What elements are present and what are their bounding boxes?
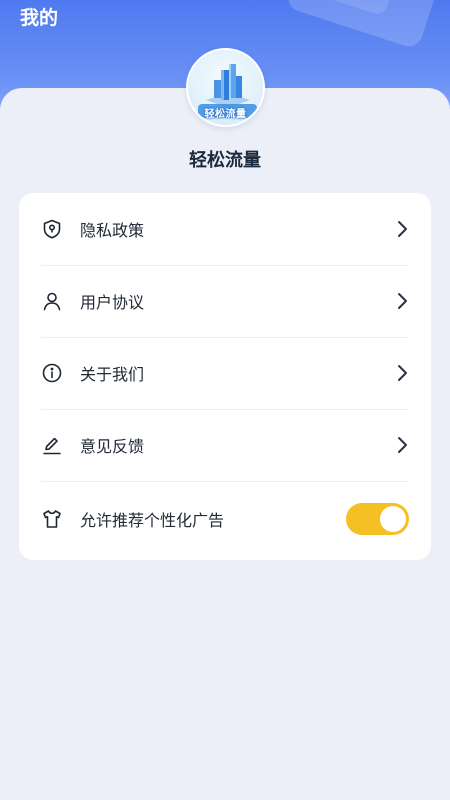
personalized-ads-toggle[interactable]: [346, 503, 409, 535]
page-title: 我的: [20, 7, 59, 29]
chevron-right-icon: [395, 362, 409, 384]
menu-item-privacy-policy[interactable]: 隐私政策: [41, 193, 409, 265]
chevron-right-icon: [395, 290, 409, 312]
app-logo: 轻松流量: [186, 48, 265, 127]
pen-icon: [41, 434, 63, 456]
toggle-knob: [380, 506, 406, 532]
menu-item-feedback[interactable]: 意见反馈: [41, 409, 409, 481]
app-name: 轻松流量: [189, 150, 261, 171]
menu-card: 隐私政策 用户协议 关于我们 意见反馈 允许推荐个性化广告: [19, 193, 431, 560]
chevron-right-icon: [395, 434, 409, 456]
menu-item-about-us[interactable]: 关于我们: [41, 337, 409, 409]
menu-item-label: 意见反馈: [80, 437, 145, 456]
info-icon: [41, 362, 63, 384]
personalized-ads-row: 允许推荐个性化广告: [41, 483, 409, 555]
menu-item-label: 关于我们: [80, 365, 145, 384]
divider: [41, 481, 409, 482]
user-icon: [41, 290, 63, 312]
menu-item-user-agreement[interactable]: 用户协议: [41, 265, 409, 337]
shield-keyhole-icon: [41, 218, 63, 240]
shirt-icon: [41, 508, 63, 530]
menu-item-label: 隐私政策: [80, 221, 145, 240]
chevron-right-icon: [395, 218, 409, 240]
personalized-ads-label: 允许推荐个性化广告: [80, 511, 225, 530]
logo-text: 轻松流量: [204, 109, 247, 120]
menu-item-label: 用户协议: [80, 293, 145, 312]
